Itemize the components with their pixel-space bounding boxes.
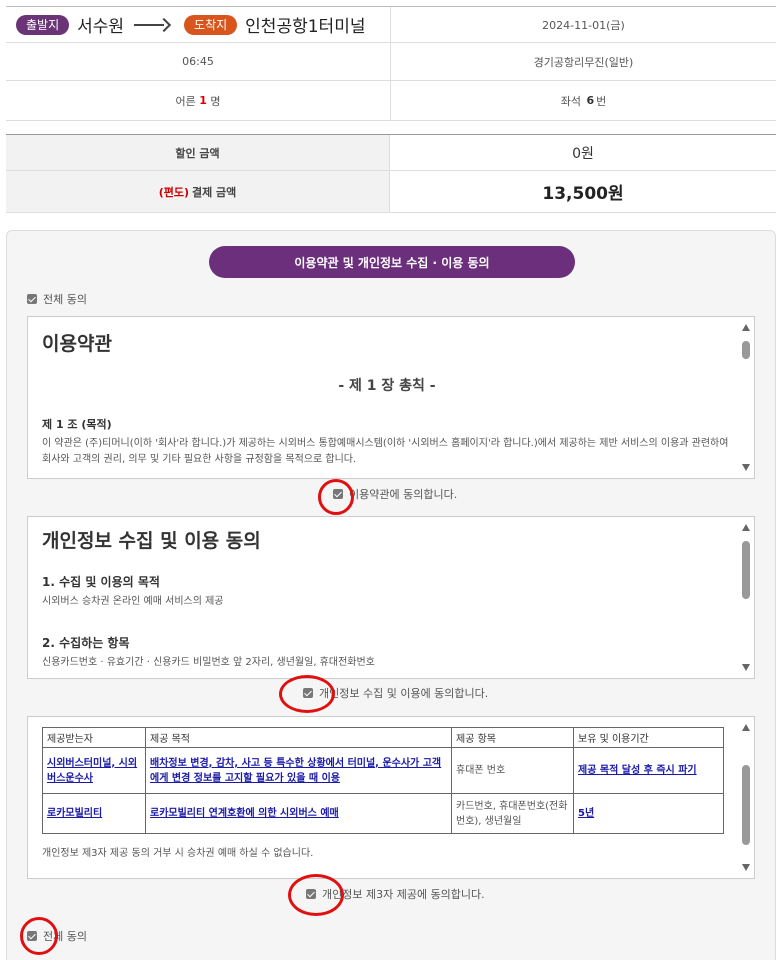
third-party-content: 제공받는자 제공 목적 제공 항목 보유 및 이용기간 시외버스터미널, 시외버…	[42, 727, 732, 878]
third-party-box[interactable]: 제공받는자 제공 목적 제공 항목 보유 및 이용기간 시외버스터미널, 시외버…	[27, 716, 755, 879]
privacy-section1-body: 시외버스 승차권 온라인 예매 서비스의 제공	[42, 596, 224, 607]
total-value: 13,500원	[542, 184, 624, 204]
privacy-section2-body: 신용카드번호 · 유효기간 · 신용카드 비밀번호 앞 2자리, 생년월일, 휴…	[42, 657, 375, 668]
third-party-note: 개인정보 제3자 제공 동의 거부 시 승차권 예매 하실 수 없습니다.	[42, 848, 314, 859]
scroll-up-icon[interactable]	[742, 724, 750, 731]
third-party-agree-label: 개인정보 제3자 제공에 동의합니다.	[322, 888, 485, 901]
purpose-link[interactable]: 배차정보 변경, 감차, 사고 등 특수한 상황에서 터미널, 운수사가 고객에…	[150, 758, 441, 784]
scroll-up-icon[interactable]	[742, 524, 750, 531]
terms-box[interactable]: 이용약관 - 제 1 장 총칙 - 제 1 조 (목적) 이 약관은 (주)티머…	[27, 316, 755, 479]
seat-info: 좌석 6번	[391, 81, 776, 120]
recipient-link[interactable]: 시외버스터미널, 시외버스운수사	[47, 758, 137, 784]
terms-scrollbar[interactable]	[738, 317, 754, 478]
payment-table: 할인 금액 0원 (편도) 결제 금액 13,500원	[6, 134, 776, 213]
third-party-agree[interactable]: 개인정보 제3자 제공에 동의합니다.	[306, 886, 485, 902]
third-party-scroll-thumb[interactable]	[742, 765, 750, 845]
third-party-table: 제공받는자 제공 목적 제공 항목 보유 및 이용기간 시외버스터미널, 시외버…	[42, 727, 724, 834]
agreement-panel: 이용약관 및 개인정보 수집 · 이용 동의 전체 동의 이용약관 - 제 1 …	[6, 230, 776, 960]
terms-scroll-thumb[interactable]	[742, 341, 750, 359]
table-header-row: 제공받는자 제공 목적 제공 항목 보유 및 이용기간	[42, 727, 724, 748]
terms-chapter: - 제 1 장 총칙 -	[338, 378, 436, 394]
terms-body: 이 약관은 (주)티머니(이하 '회사'라 합니다.)가 제공하는 시외버스 통…	[42, 438, 729, 465]
passenger-unit: 명	[210, 94, 221, 108]
table-header: 제공 목적	[145, 727, 452, 748]
recipient-link[interactable]: 로카모빌리티	[47, 808, 102, 819]
departure-city: 서수원	[77, 17, 125, 37]
table-header: 제공 항목	[451, 727, 574, 748]
total-label-cell: (편도) 결제 금액	[6, 171, 390, 212]
arrival-city: 인천공항1터미널	[245, 17, 366, 37]
scroll-down-icon[interactable]	[742, 664, 750, 671]
departure-date: 2024-11-01(금)	[542, 18, 625, 32]
trip-info-table: 출발지 서수원 도착지 인천공항1터미널 2024-11-01(금) 06:45…	[6, 6, 776, 121]
third-party-scrollbar[interactable]	[738, 717, 754, 878]
arrival-badge: 도착지	[184, 14, 238, 35]
privacy-content: 개인정보 수집 및 이용 동의 1. 수집 및 이용의 목적 시외버스 승차권 …	[42, 517, 732, 678]
privacy-heading: 개인정보 수집 및 이용 동의	[42, 530, 261, 552]
seat-label: 좌석	[560, 94, 581, 108]
seat-number: 6	[586, 94, 595, 107]
discount-value: 0원	[572, 145, 594, 162]
table-header: 보유 및 이용기간	[573, 727, 724, 748]
terms-heading: 이용약관	[42, 333, 112, 355]
scroll-up-icon[interactable]	[742, 324, 750, 331]
retention-period-link[interactable]: 제공 목적 달성 후 즉시 파기	[578, 765, 697, 776]
privacy-scroll-thumb[interactable]	[742, 541, 750, 599]
agree-all-top-label: 전체 동의	[43, 293, 87, 306]
terms-agree[interactable]: 이용약관에 동의합니다.	[333, 486, 457, 502]
retention-period-link[interactable]: 5년	[578, 808, 594, 819]
agree-all-top-checkbox[interactable]	[27, 294, 37, 304]
arrow-right-icon	[134, 19, 170, 31]
terms-article: 제 1 조 (목적)	[42, 418, 112, 431]
bus-company: 경기공항리무진(일반)	[533, 55, 634, 69]
terms-agree-checkbox[interactable]	[333, 489, 343, 499]
privacy-section1-title: 1. 수집 및 이용의 목적	[42, 575, 160, 589]
privacy-agree[interactable]: 개인정보 수집 및 이용에 동의합니다.	[303, 685, 488, 701]
agree-all-top[interactable]: 전체 동의	[27, 291, 87, 307]
provided-items: 휴대폰 번호	[451, 747, 574, 794]
departure-time: 06:45	[6, 43, 391, 80]
privacy-agree-label: 개인정보 수집 및 이용에 동의합니다.	[319, 687, 489, 700]
table-header: 제공받는자	[42, 727, 146, 748]
terms-content: 이용약관 - 제 1 장 총칙 - 제 1 조 (목적) 이 약관은 (주)티머…	[42, 317, 732, 478]
departure-badge: 출발지	[16, 14, 70, 35]
privacy-section2-title: 2. 수집하는 항목	[42, 636, 130, 650]
privacy-scrollbar[interactable]	[738, 517, 754, 678]
passenger-label: 어른	[175, 94, 196, 108]
table-row: 시외버스터미널, 시외버스운수사 배차정보 변경, 감차, 사고 등 특수한 상…	[42, 747, 724, 794]
scroll-down-icon[interactable]	[742, 864, 750, 871]
seat-unit: 번	[596, 94, 607, 108]
third-party-agree-checkbox[interactable]	[306, 889, 316, 899]
agree-all-bottom-checkbox[interactable]	[27, 931, 37, 941]
route: 출발지 서수원 도착지 인천공항1터미널	[6, 7, 391, 42]
agree-all-bottom-label: 전체 동의	[43, 930, 87, 943]
total-label: 결제 금액	[191, 185, 237, 199]
provided-items: 카드번호, 휴대폰번호(전화번호), 생년월일	[451, 793, 574, 834]
agreement-title: 이용약관 및 개인정보 수집 · 이용 동의	[209, 246, 575, 278]
table-row: 로카모빌리티 로카모빌리티 연계호환에 의한 시외버스 예매 카드번호, 휴대폰…	[42, 793, 724, 834]
terms-agree-label: 이용약관에 동의합니다.	[349, 488, 458, 501]
scroll-down-icon[interactable]	[742, 464, 750, 471]
privacy-agree-checkbox[interactable]	[303, 688, 313, 698]
discount-label: 할인 금액	[6, 135, 390, 170]
one-way-prefix: (편도)	[158, 185, 189, 199]
purpose-link[interactable]: 로카모빌리티 연계호환에 의한 시외버스 예매	[150, 808, 339, 819]
privacy-box[interactable]: 개인정보 수집 및 이용 동의 1. 수집 및 이용의 목적 시외버스 승차권 …	[27, 516, 755, 679]
passenger-count: 어른 1 명	[6, 81, 391, 120]
agree-all-bottom[interactable]: 전체 동의	[27, 928, 87, 944]
passenger-number: 1	[199, 94, 207, 107]
